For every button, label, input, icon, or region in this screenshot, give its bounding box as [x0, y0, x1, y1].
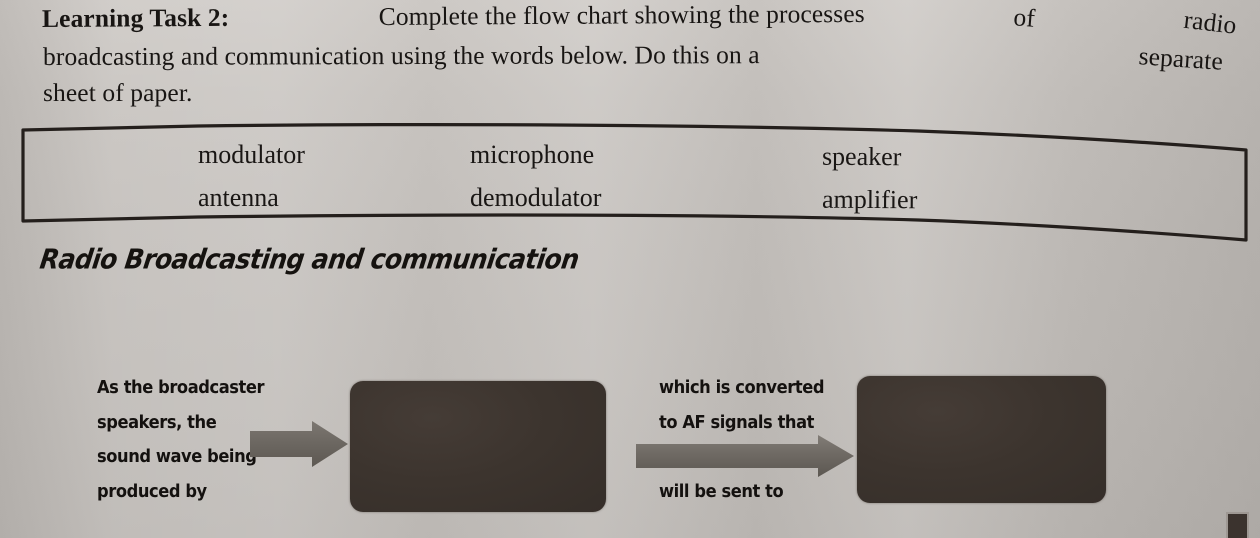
word-bank-row: antenna demodulator amplifier [18, 183, 1250, 217]
flowchart-title: Radio Broadcasting and communication [38, 243, 581, 275]
instruction-line-3: sheet of paper. [43, 78, 193, 107]
instruction-line-1-body: Complete the flow chart showing the proc… [378, 0, 865, 31]
word-bank-word: modulator [198, 140, 305, 169]
flowchart: As the broadcaster speakers, the sound w… [0, 355, 1260, 538]
word-bank-word: speaker [821, 141, 902, 172]
instruction-line-2-body: broadcasting and communication using the… [42, 40, 760, 71]
instruction-line-1: Learning Task 2: Complete the flow chart… [41, 0, 1238, 40]
flow-label-2-top: which is converted to AF signals that [659, 371, 824, 440]
flowchart-answer-box-2[interactable] [857, 376, 1106, 503]
flow-label-2-line: will be sent to [659, 482, 784, 502]
flow-label-2-bottom: will be sent to [659, 475, 784, 510]
word-bank-row: modulator microphone speaker [18, 140, 1250, 174]
word-bank-word: antenna [198, 183, 279, 212]
word-bank-word: microphone [470, 140, 595, 169]
word-bank-word: demodulator [470, 183, 602, 212]
flow-label-1: As the broadcaster speakers, the sound w… [97, 371, 265, 509]
flowchart-answer-box-1[interactable] [350, 381, 606, 512]
arrow-right-icon [636, 435, 854, 477]
instruction-line-2-tail-separate: separate [1137, 41, 1224, 76]
flow-label-2-line: which is converted [659, 378, 825, 398]
word-bank-word: amplifier [821, 184, 918, 215]
flow-label-1-line: speakers, the [97, 412, 217, 433]
flow-label-1-line: sound wave being [97, 447, 257, 467]
arrow-right-icon [250, 421, 348, 467]
page-corner-mark [1226, 512, 1249, 538]
flow-label-1-line: produced by [97, 481, 207, 502]
instruction-lead: Learning Task 2: [41, 2, 230, 33]
flow-label-1-line: As the broadcaster [97, 378, 265, 398]
worksheet-page: Learning Task 2: Complete the flow chart… [0, 0, 1260, 538]
instruction-line-2: broadcasting and communication using the… [42, 37, 1224, 76]
instruction-line-1-tail-of: of [1012, 2, 1037, 33]
word-bank: modulator microphone speaker antenna dem… [18, 128, 1250, 224]
